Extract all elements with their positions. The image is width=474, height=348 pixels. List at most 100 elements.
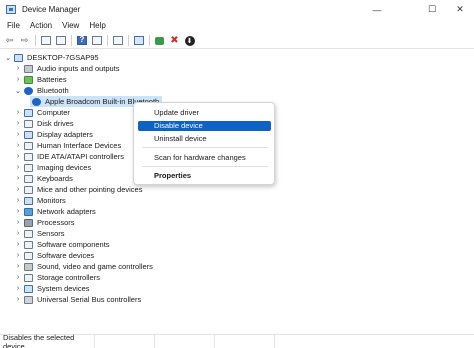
menu-item-disable-device[interactable]: Disable device [138,121,271,131]
keyboard-icon [24,174,33,183]
chevron-right-icon[interactable]: › [14,142,22,149]
update-driver-icon[interactable]: ⬇ [183,35,196,47]
tree-category[interactable]: › Sound, video and game controllers [14,261,153,272]
tree-category[interactable]: › Display adapters [14,129,93,140]
device-manager-icon [6,5,16,14]
chevron-right-icon[interactable]: › [14,296,22,303]
tree-category-label: System devices [37,284,90,293]
menu-item-update-driver[interactable]: Update driver [138,108,271,118]
tree-category[interactable]: › Universal Serial Bus controllers [14,294,141,305]
chevron-right-icon[interactable]: › [14,131,22,138]
tree-category[interactable]: › Imaging devices [14,162,91,173]
chevron-right-icon[interactable]: › [14,76,22,83]
tree-category-label: Processors [37,218,75,227]
tree-root-label: DESKTOP-7GSAP95 [27,53,99,62]
computer-icon [24,108,33,117]
chevron-right-icon[interactable]: › [14,274,22,281]
close-button[interactable]: ✕ [446,0,474,19]
chevron-down-icon[interactable]: ⌄ [4,54,12,62]
menu-action[interactable]: Action [26,20,56,32]
chevron-right-icon[interactable]: › [14,208,22,215]
tree-category-label: Bluetooth [37,86,69,95]
maximize-button[interactable]: ☐ [418,0,446,19]
tree-category[interactable]: › Processors [14,217,75,228]
ide-controller-icon [24,152,33,161]
tree-category[interactable]: › Storage controllers [14,272,100,283]
status-pane [94,334,154,348]
chevron-right-icon[interactable]: › [14,120,22,127]
tree-category-label: Sensors [37,229,65,238]
toolbar-separator [71,35,72,46]
tree-category[interactable]: › Audio inputs and outputs [14,63,120,74]
tree-category[interactable]: › Computer [14,107,70,118]
sensor-icon [24,229,33,238]
tree-category[interactable]: › Batteries [14,74,67,85]
tree-category[interactable]: › System devices [14,283,90,294]
window-title: Device Manager [22,5,81,14]
chevron-right-icon[interactable]: › [14,175,22,182]
chevron-right-icon[interactable]: › [14,263,22,270]
minimize-button[interactable]: — [363,0,391,19]
print-icon[interactable] [111,35,124,47]
usb-icon [24,295,33,304]
tree-category-label: Mice and other pointing devices [37,185,143,194]
chevron-right-icon[interactable]: › [14,164,22,171]
tree-category[interactable]: › Keyboards [14,173,73,184]
back-icon[interactable]: ⇦ [3,35,16,47]
device-tree: ⌄ DESKTOP-7GSAP95 › Audio inputs and out… [0,50,474,334]
chevron-right-icon[interactable]: › [14,285,22,292]
help-icon[interactable] [75,35,88,47]
tree-category[interactable]: › Sensors [14,228,65,239]
tree-root[interactable]: ⌄ DESKTOP-7GSAP95 [4,52,99,63]
menu-help[interactable]: Help [85,20,109,32]
tree-category[interactable]: › Network adapters [14,206,96,217]
action-pane-icon[interactable] [90,35,103,47]
tree-category[interactable]: › IDE ATA/ATAPI controllers [14,151,124,162]
tree-category-label: Disk drives [37,119,74,128]
mouse-icon [24,185,33,194]
hid-icon [24,141,33,150]
menu-item-uninstall-device[interactable]: Uninstall device [138,134,271,144]
speaker-icon [24,64,33,73]
chevron-right-icon[interactable]: › [14,252,22,259]
toolbar: ⇦ ⇨ ✖ ⬇ [0,33,474,49]
status-text: Disables the selected device. [3,332,75,348]
tree-category[interactable]: › Software components [14,239,110,250]
chevron-right-icon[interactable]: › [14,241,22,248]
tree-category-label: Software components [37,240,110,249]
tree-category[interactable]: › Software devices [14,250,94,261]
context-menu: Update driver Disable device Uninstall d… [133,102,275,185]
menu-item-properties[interactable]: Properties [138,171,271,181]
software-device-icon [24,251,33,260]
sound-icon [24,262,33,271]
tree-category[interactable]: › Mice and other pointing devices [14,184,143,195]
tree-category-bluetooth[interactable]: ⌄ Bluetooth [14,85,69,96]
menu-item-scan-hardware[interactable]: Scan for hardware changes [138,153,271,163]
chevron-right-icon[interactable]: › [14,153,22,160]
uninstall-device-icon[interactable]: ✖ [168,35,181,47]
tree-category-label: Monitors [37,196,66,205]
tree-category[interactable]: › Disk drives [14,118,74,129]
chevron-down-icon[interactable]: ⌄ [14,87,22,95]
title-bar: Device Manager — ☐ ✕ [0,0,474,19]
chevron-right-icon[interactable]: › [14,197,22,204]
chevron-right-icon[interactable]: › [14,219,22,226]
bluetooth-icon [24,86,33,95]
enable-device-icon[interactable] [153,35,166,47]
status-pane [154,334,214,348]
forward-icon[interactable]: ⇨ [18,35,31,47]
chevron-right-icon[interactable]: › [14,230,22,237]
menu-view[interactable]: View [58,20,83,32]
chevron-right-icon[interactable]: › [14,109,22,116]
tree-category-label: Storage controllers [37,273,100,282]
chevron-right-icon[interactable]: › [14,65,22,72]
tree-category-label: Network adapters [37,207,96,216]
chevron-right-icon[interactable]: › [14,186,22,193]
tree-category[interactable]: › Human Interface Devices [14,140,121,151]
menu-file[interactable]: File [3,20,24,32]
tree-category[interactable]: › Monitors [14,195,66,206]
show-hide-console-tree-icon[interactable] [39,35,52,47]
properties-icon[interactable] [54,35,67,47]
tree-category-label: Computer [37,108,70,117]
scan-hardware-icon[interactable] [132,35,145,47]
